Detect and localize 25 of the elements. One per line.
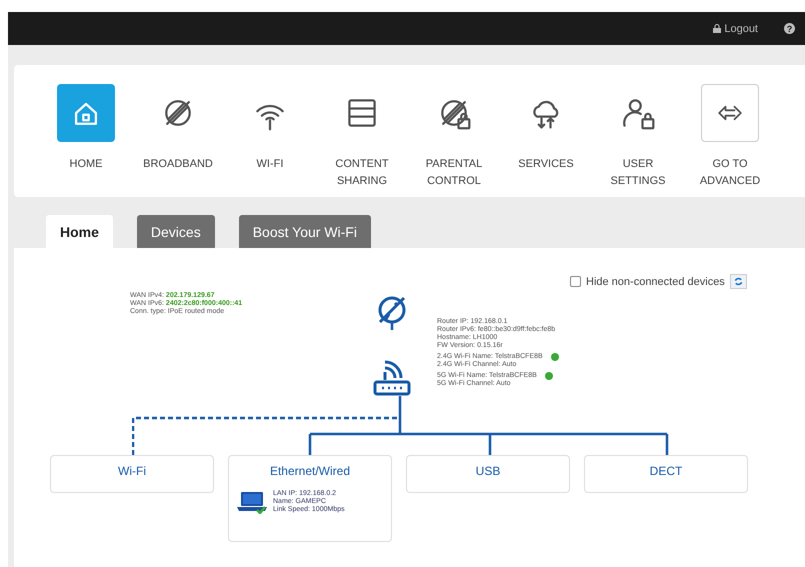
nav-label[interactable]: HOME [46, 156, 126, 173]
tab[interactable]: Devices [136, 215, 215, 248]
connection-label: DECT [650, 464, 682, 478]
connection-label: Wi-Fi [118, 464, 146, 478]
refresh-icon [734, 277, 743, 286]
nav-label[interactable]: GO TO ADVANCED [690, 156, 770, 190]
checkbox-label[interactable]: Hide non-connected devices [586, 276, 725, 288]
connection-label: USB [476, 464, 500, 478]
help-icon[interactable]: ? [784, 23, 795, 34]
nav-label[interactable]: SERVICES [506, 156, 586, 173]
nav-label[interactable]: PARENTAL CONTROL [414, 156, 494, 190]
tab[interactable]: Home [46, 215, 113, 248]
checkbox[interactable] [570, 276, 581, 287]
connection-label: Ethernet/Wired [270, 464, 350, 478]
nav-label[interactable]: CONTENT SHARING [322, 156, 402, 190]
nav-label[interactable]: WI-FI [230, 156, 310, 173]
lock-icon [713, 24, 722, 33]
nav-label[interactable]: USER SETTINGS [598, 156, 678, 190]
nav-tile[interactable] [701, 84, 759, 142]
logout-link[interactable]: Logout [713, 22, 758, 34]
refresh-button[interactable] [730, 274, 747, 289]
nav-tile[interactable] [57, 84, 115, 142]
nav-label[interactable]: BROADBAND [138, 156, 218, 173]
laptop-icon[interactable] [237, 490, 267, 514]
tab[interactable]: Boost Your Wi-Fi [238, 215, 371, 248]
